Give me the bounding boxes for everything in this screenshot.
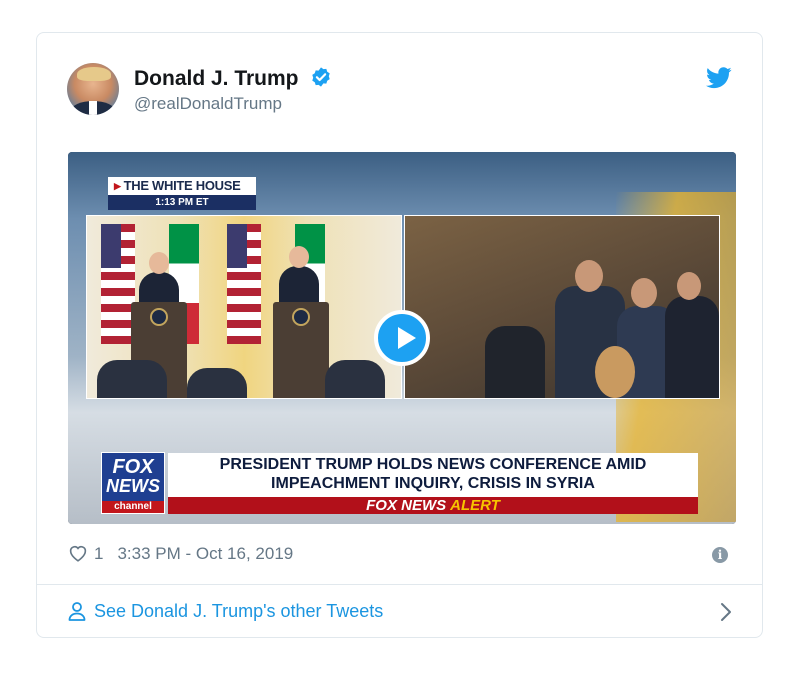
us-flag — [101, 224, 135, 344]
location-tag-time: 1:13 PM ET — [108, 195, 256, 210]
author-name[interactable]: Donald J. Trump — [134, 66, 332, 91]
info-icon[interactable]: i — [712, 547, 728, 563]
audience-member — [97, 360, 167, 398]
heart-icon[interactable] — [68, 544, 88, 562]
presidential-seal — [292, 308, 310, 326]
person-icon — [68, 602, 86, 621]
logo-line-1: FOX — [112, 456, 154, 478]
audience-member — [187, 368, 247, 398]
tweet-timestamp[interactable]: 3:33 PM - Oct 16, 2019 — [117, 544, 293, 563]
play-icon[interactable] — [374, 310, 430, 366]
audience-member — [325, 360, 385, 398]
presidential-seal — [150, 308, 168, 326]
chevron-right-icon[interactable] — [720, 602, 732, 622]
triangle-icon: ▶ — [114, 181, 121, 191]
logo-line-2: NEWS — [106, 476, 160, 496]
audience-head — [677, 272, 701, 300]
divider — [37, 584, 762, 585]
camera-operator — [485, 326, 545, 398]
tweet-meta: 1 3:33 PM - Oct 16, 2019 — [68, 543, 293, 565]
author-handle[interactable]: @realDonaldTrump — [134, 94, 282, 114]
fox-news-logo: FOX NEWS channel — [101, 452, 165, 514]
news-headline: PRESIDENT TRUMP HOLDS NEWS CONFERENCE AM… — [168, 453, 698, 497]
like-count[interactable]: 1 — [94, 544, 103, 563]
headline-line-2: IMPEACHMENT INQUIRY, CRISIS IN SYRIA — [271, 475, 595, 492]
speaker-head — [289, 246, 309, 268]
us-flag — [227, 224, 261, 344]
location-tag-text: THE WHITE HOUSE — [123, 178, 241, 193]
see-other-tweets-link[interactable]: See Donald J. Trump's other Tweets — [68, 600, 383, 622]
location-tag: ▶ THE WHITE HOUSE 1:13 PM ET — [108, 177, 256, 211]
author-name-text[interactable]: Donald J. Trump — [134, 67, 299, 90]
tweet-card: Donald J. Trump @realDonaldTrump ▶ THE W… — [36, 32, 763, 638]
reporter-head — [575, 260, 603, 292]
avatar[interactable] — [67, 63, 119, 115]
verified-badge-icon — [312, 67, 331, 87]
avatar-hair — [77, 67, 111, 81]
news-alert-bar: FOX NEWS ALERT — [168, 497, 698, 514]
video-right-frame — [404, 215, 720, 399]
logo-line-3: channel — [102, 501, 164, 513]
audience-member — [665, 296, 719, 398]
location-tag-title: ▶ THE WHITE HOUSE — [108, 177, 256, 195]
podium-right — [273, 302, 329, 398]
speaker-head — [149, 252, 169, 274]
twitter-bird-icon[interactable] — [706, 67, 732, 89]
audience-head — [631, 278, 657, 308]
video-player[interactable]: ▶ THE WHITE HOUSE 1:13 PM ET FOX NEWS cha… — [68, 152, 736, 524]
alert-word: ALERT — [450, 497, 500, 514]
see-other-tweets-text[interactable]: See Donald J. Trump's other Tweets — [94, 601, 383, 621]
alert-brand: FOX NEWS — [366, 497, 447, 514]
audience-head — [595, 346, 635, 398]
avatar-shirt — [89, 101, 97, 115]
video-left-frame — [86, 215, 402, 399]
headline-line-1: PRESIDENT TRUMP HOLDS NEWS CONFERENCE AM… — [219, 456, 647, 473]
